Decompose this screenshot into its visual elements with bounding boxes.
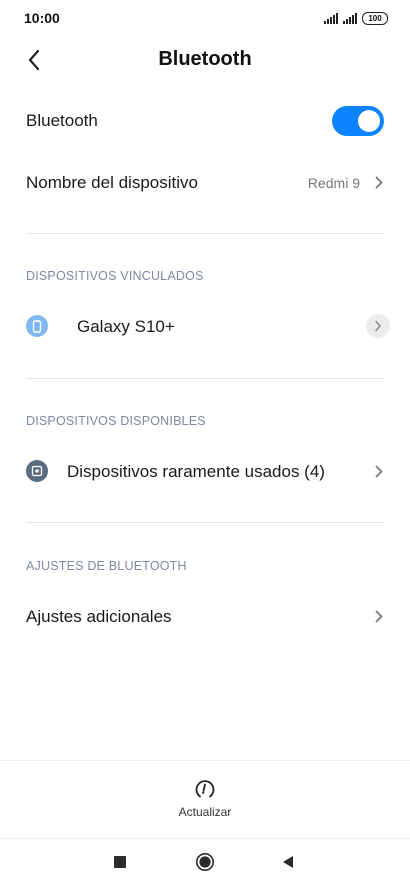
available-section-header: DISPOSITIVOS DISPONIBLES <box>26 414 206 428</box>
bluetooth-toggle-label: Bluetooth <box>26 111 98 130</box>
device-box-icon <box>26 460 48 482</box>
status-time: 10:00 <box>24 10 60 26</box>
rarely-used-devices-label: Dispositivos raramente usados (4) <box>67 462 325 481</box>
toggle-knob <box>358 110 380 132</box>
additional-settings-label: Ajustes adicionales <box>26 607 172 626</box>
page-title: Bluetooth <box>158 48 252 70</box>
signal-icon <box>324 12 338 24</box>
back-triangle-icon <box>283 856 293 868</box>
divider <box>26 522 384 523</box>
paired-device-row[interactable]: Galaxy S10+ <box>0 298 410 354</box>
device-details-button[interactable] <box>366 314 390 338</box>
divider <box>0 760 410 761</box>
chevron-right-icon <box>372 464 386 478</box>
status-bar: 10:00 100 <box>0 0 410 36</box>
refresh-button[interactable]: Actualizar <box>155 774 255 826</box>
chevron-right-icon <box>375 320 381 332</box>
divider <box>26 233 384 234</box>
home-button[interactable] <box>189 846 221 878</box>
chevron-right-icon <box>372 175 386 189</box>
status-indicators: 100 <box>324 11 388 25</box>
paired-device-name: Galaxy S10+ <box>77 317 175 336</box>
chevron-right-icon <box>372 609 386 623</box>
signal-icon <box>343 12 357 24</box>
paired-section-header: DISPOSITIVOS VINCULADOS <box>26 269 204 283</box>
phone-icon <box>26 315 48 337</box>
bluetooth-toggle-switch[interactable] <box>332 106 384 136</box>
divider <box>26 378 384 379</box>
refresh-icon <box>195 780 215 798</box>
additional-settings-row[interactable]: Ajustes adicionales <box>0 588 410 644</box>
device-name-label: Nombre del dispositivo <box>26 173 198 192</box>
home-circle-icon <box>196 853 214 871</box>
divider <box>0 838 410 839</box>
device-name-row[interactable]: Nombre del dispositivo Redmi 9 <box>0 154 410 210</box>
rarely-used-devices-row[interactable]: Dispositivos raramente usados (4) <box>0 443 410 499</box>
device-name-value: Redmi 9 <box>307 175 360 191</box>
recents-square-icon <box>114 856 126 868</box>
recents-button[interactable] <box>104 846 136 878</box>
refresh-label: Actualizar <box>178 805 232 819</box>
battery-icon: 100 <box>362 11 388 25</box>
nav-back-button[interactable] <box>272 846 304 878</box>
settings-section-header: AJUSTES DE BLUETOOTH <box>26 559 187 573</box>
